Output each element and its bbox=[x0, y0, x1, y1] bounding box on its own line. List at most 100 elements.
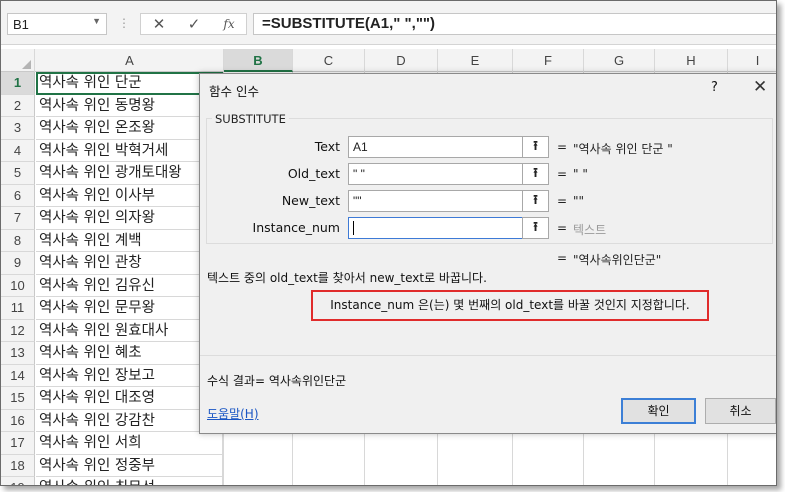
column-header-h[interactable]: H bbox=[655, 49, 728, 72]
result-equals: = bbox=[557, 251, 568, 265]
arg-input[interactable]: A1 bbox=[348, 136, 525, 158]
arg-equals: = bbox=[557, 167, 568, 181]
help-link[interactable]: 도움말(H) bbox=[207, 405, 259, 422]
row-header[interactable]: 14 bbox=[1, 364, 35, 387]
cell-a[interactable]: 역사속 위인 동명왕 bbox=[36, 94, 223, 117]
column-header-i[interactable]: I bbox=[728, 49, 776, 72]
row-header[interactable]: 12 bbox=[1, 319, 35, 342]
column-header-g[interactable]: G bbox=[584, 49, 655, 72]
function-description: 텍스트 중의 old_text를 찾아서 new_text로 바꿉니다. bbox=[207, 271, 487, 285]
cell-a[interactable]: 역사속 위인 계백 bbox=[36, 229, 223, 252]
cell-a[interactable]: 역사속 위인 단군 bbox=[36, 72, 223, 95]
cell-a[interactable]: 역사속 위인 관창 bbox=[36, 252, 223, 275]
cell-a[interactable]: 역사속 위인 원효대사 bbox=[36, 319, 223, 342]
arg-equals: = bbox=[557, 140, 568, 154]
arg-result: 텍스트 bbox=[573, 223, 607, 237]
arg-label: Old_text bbox=[287, 166, 340, 181]
arg-input-value: " " bbox=[353, 167, 365, 181]
table-row: 18 역사속 위인 정중부 bbox=[1, 454, 776, 477]
column-header-d[interactable]: D bbox=[365, 49, 438, 72]
arg-input[interactable] bbox=[348, 217, 525, 239]
cell-a[interactable]: 역사속 위인 대조영 bbox=[36, 387, 223, 410]
excel-window: B1 ▼ ⋮ ✕ ✓ fx =SUBSTITUTE(A1," ","") ABC… bbox=[0, 0, 777, 486]
cell-a[interactable]: 역사속 위인 문무왕 bbox=[36, 297, 223, 320]
arg-equals: = bbox=[557, 221, 568, 235]
cell-a[interactable]: 역사속 위인 장보고 bbox=[36, 364, 223, 387]
argument-description: Instance_num 은(는) 몇 번째의 old_text를 바꿀 것인지… bbox=[311, 290, 709, 321]
table-row: 19역사속 위인 최무선 bbox=[1, 477, 776, 485]
cell-a[interactable]: 역사속 위인 강감찬 bbox=[36, 409, 223, 432]
ok-button[interactable]: 확인 bbox=[621, 398, 696, 424]
arg-input[interactable]: "" bbox=[348, 190, 525, 212]
row-header[interactable]: 4 bbox=[1, 139, 35, 162]
row-header[interactable]: 7 bbox=[1, 207, 35, 230]
cell-a[interactable]: 역사속 위인 온조왕 bbox=[36, 117, 223, 140]
arg-result: " " bbox=[573, 167, 588, 181]
function-result: "역사속위인단군" bbox=[573, 253, 662, 267]
insert-function-icon[interactable]: fx bbox=[214, 14, 244, 34]
row-header[interactable]: 17 bbox=[1, 432, 35, 455]
row-header[interactable]: 13 bbox=[1, 342, 35, 365]
row-header[interactable]: 9 bbox=[1, 252, 35, 275]
divider bbox=[200, 355, 776, 356]
arg-input-value: A1 bbox=[353, 140, 368, 154]
cell-a[interactable]: 역사속 위인 광개토대왕 bbox=[36, 162, 223, 185]
select-all-corner[interactable] bbox=[1, 49, 35, 72]
function-arguments-dialog: 함수 인수 ? ✕ SUBSTITUTE Text A1 ⭱ = "역사속 위인 단군 … bbox=[199, 73, 776, 434]
row-header[interactable]: 11 bbox=[1, 297, 35, 320]
cell-a[interactable]: 역사속 위인 박혁거세 bbox=[36, 139, 223, 162]
arg-input-value: "" bbox=[353, 194, 362, 208]
column-header-e[interactable]: E bbox=[438, 49, 513, 72]
cell-a[interactable]: 역사속 위인 서희 bbox=[36, 432, 223, 455]
row-header[interactable]: 1 bbox=[1, 72, 35, 95]
text-caret bbox=[353, 221, 354, 235]
formula-input[interactable]: =SUBSTITUTE(A1," ","") bbox=[253, 13, 776, 35]
function-name: SUBSTITUTE bbox=[212, 112, 289, 126]
help-icon[interactable]: ? bbox=[711, 80, 718, 95]
cancel-icon[interactable]: ✕ bbox=[144, 14, 174, 34]
column-header-f[interactable]: F bbox=[513, 49, 584, 72]
arg-equals: = bbox=[557, 194, 568, 208]
enter-icon[interactable]: ✓ bbox=[179, 14, 209, 34]
cell-a[interactable]: 역사속 위인 의자왕 bbox=[36, 207, 223, 230]
row-header[interactable]: 18 bbox=[1, 454, 35, 477]
collapse-dialog-icon[interactable]: ⭱ bbox=[522, 163, 549, 185]
collapse-dialog-icon[interactable]: ⭱ bbox=[522, 190, 549, 212]
name-box[interactable]: B1 ▼ bbox=[7, 13, 107, 35]
arg-result: "역사속 위인 단군 " bbox=[573, 142, 673, 156]
row-header[interactable]: 3 bbox=[1, 117, 35, 140]
cell-a[interactable]: 역사속 위인 이사부 bbox=[36, 184, 223, 207]
row-header[interactable]: 2 bbox=[1, 94, 35, 117]
arg-label: Instance_num bbox=[252, 220, 340, 235]
formula-result: 수식 결과= 역사속위인단군 bbox=[207, 374, 347, 388]
arg-label: Text bbox=[314, 139, 340, 154]
cell-a[interactable]: 역사속 위인 김유신 bbox=[36, 274, 223, 297]
close-icon[interactable]: ✕ bbox=[753, 77, 767, 97]
collapse-dialog-icon[interactable]: ⭱ bbox=[522, 217, 549, 239]
row-header[interactable]: 6 bbox=[1, 184, 35, 207]
row-header[interactable]: 8 bbox=[1, 229, 35, 252]
arg-result: "" bbox=[573, 194, 585, 208]
arg-label: New_text bbox=[281, 193, 340, 208]
arg-input[interactable]: " " bbox=[348, 163, 525, 185]
row-header[interactable]: 15 bbox=[1, 387, 35, 410]
dialog-title: 함수 인수 bbox=[209, 84, 259, 99]
cell-a[interactable]: 역사속 위인 최무선 bbox=[36, 477, 223, 485]
formula-bar: B1 ▼ ⋮ ✕ ✓ fx =SUBSTITUTE(A1," ","") bbox=[1, 1, 776, 45]
more-icon: ⋮ bbox=[118, 16, 130, 30]
column-header-a[interactable]: A bbox=[36, 49, 224, 72]
cell-a[interactable]: 역사속 위인 혜초 bbox=[36, 342, 223, 365]
cell-a[interactable]: 역사속 위인 정중부 bbox=[36, 454, 223, 477]
column-header-c[interactable]: C bbox=[293, 49, 365, 72]
formula-buttons: ✕ ✓ fx bbox=[140, 13, 247, 35]
cancel-button[interactable]: 취소 bbox=[705, 398, 776, 424]
column-headers: ABCDEFGHI bbox=[1, 49, 776, 72]
collapse-dialog-icon[interactable]: ⭱ bbox=[522, 136, 549, 158]
table-row: 17 역사속 위인 서희 bbox=[1, 432, 776, 455]
row-header[interactable]: 10 bbox=[1, 274, 35, 297]
row-header[interactable]: 19 bbox=[1, 477, 35, 485]
row-header[interactable]: 16 bbox=[1, 409, 35, 432]
chevron-down-icon[interactable]: ▼ bbox=[92, 16, 101, 26]
column-header-b[interactable]: B bbox=[224, 49, 293, 72]
row-header[interactable]: 5 bbox=[1, 162, 35, 185]
